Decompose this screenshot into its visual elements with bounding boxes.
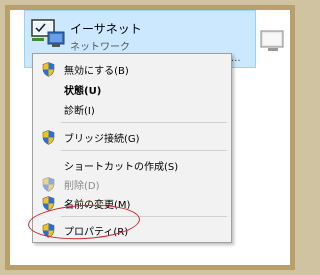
- network-adapter-icon: [31, 19, 65, 47]
- menu-item-label: ブリッジ接続(G): [64, 134, 140, 145]
- menu-separator: [61, 122, 227, 123]
- menu-item-disable[interactable]: 無効にする(B): [33, 59, 231, 79]
- menu-item-diagnose[interactable]: 診断(I): [33, 99, 231, 119]
- menu-item-label: ショートカットの作成(S): [64, 162, 179, 173]
- menu-item-bridge-connection[interactable]: ブリッジ接続(G): [33, 127, 231, 147]
- adapter-subtitle: ネットワーク: [70, 42, 130, 53]
- menu-item-label: 状態(U): [64, 86, 102, 97]
- shield-icon: [42, 62, 55, 77]
- shield-icon: [42, 130, 55, 145]
- menu-item-create-shortcut[interactable]: ショートカットの作成(S): [33, 155, 231, 175]
- menu-item-status[interactable]: 状態(U): [33, 79, 231, 99]
- screenshot-area: イーサネット ネットワーク C... 無効にする(B) 状態(U) 診断(I): [10, 10, 290, 265]
- adjacent-adapter-icon[interactable]: [260, 30, 286, 52]
- menu-item-label: 無効にする(B): [64, 66, 129, 77]
- menu-item-delete[interactable]: 削除(D): [33, 174, 231, 194]
- menu-item-label: 削除(D): [64, 181, 100, 192]
- menu-item-label: 診断(I): [64, 106, 95, 117]
- adapter-name: イーサネット: [70, 22, 142, 36]
- menu-separator: [61, 150, 227, 151]
- shield-icon: [42, 177, 55, 192]
